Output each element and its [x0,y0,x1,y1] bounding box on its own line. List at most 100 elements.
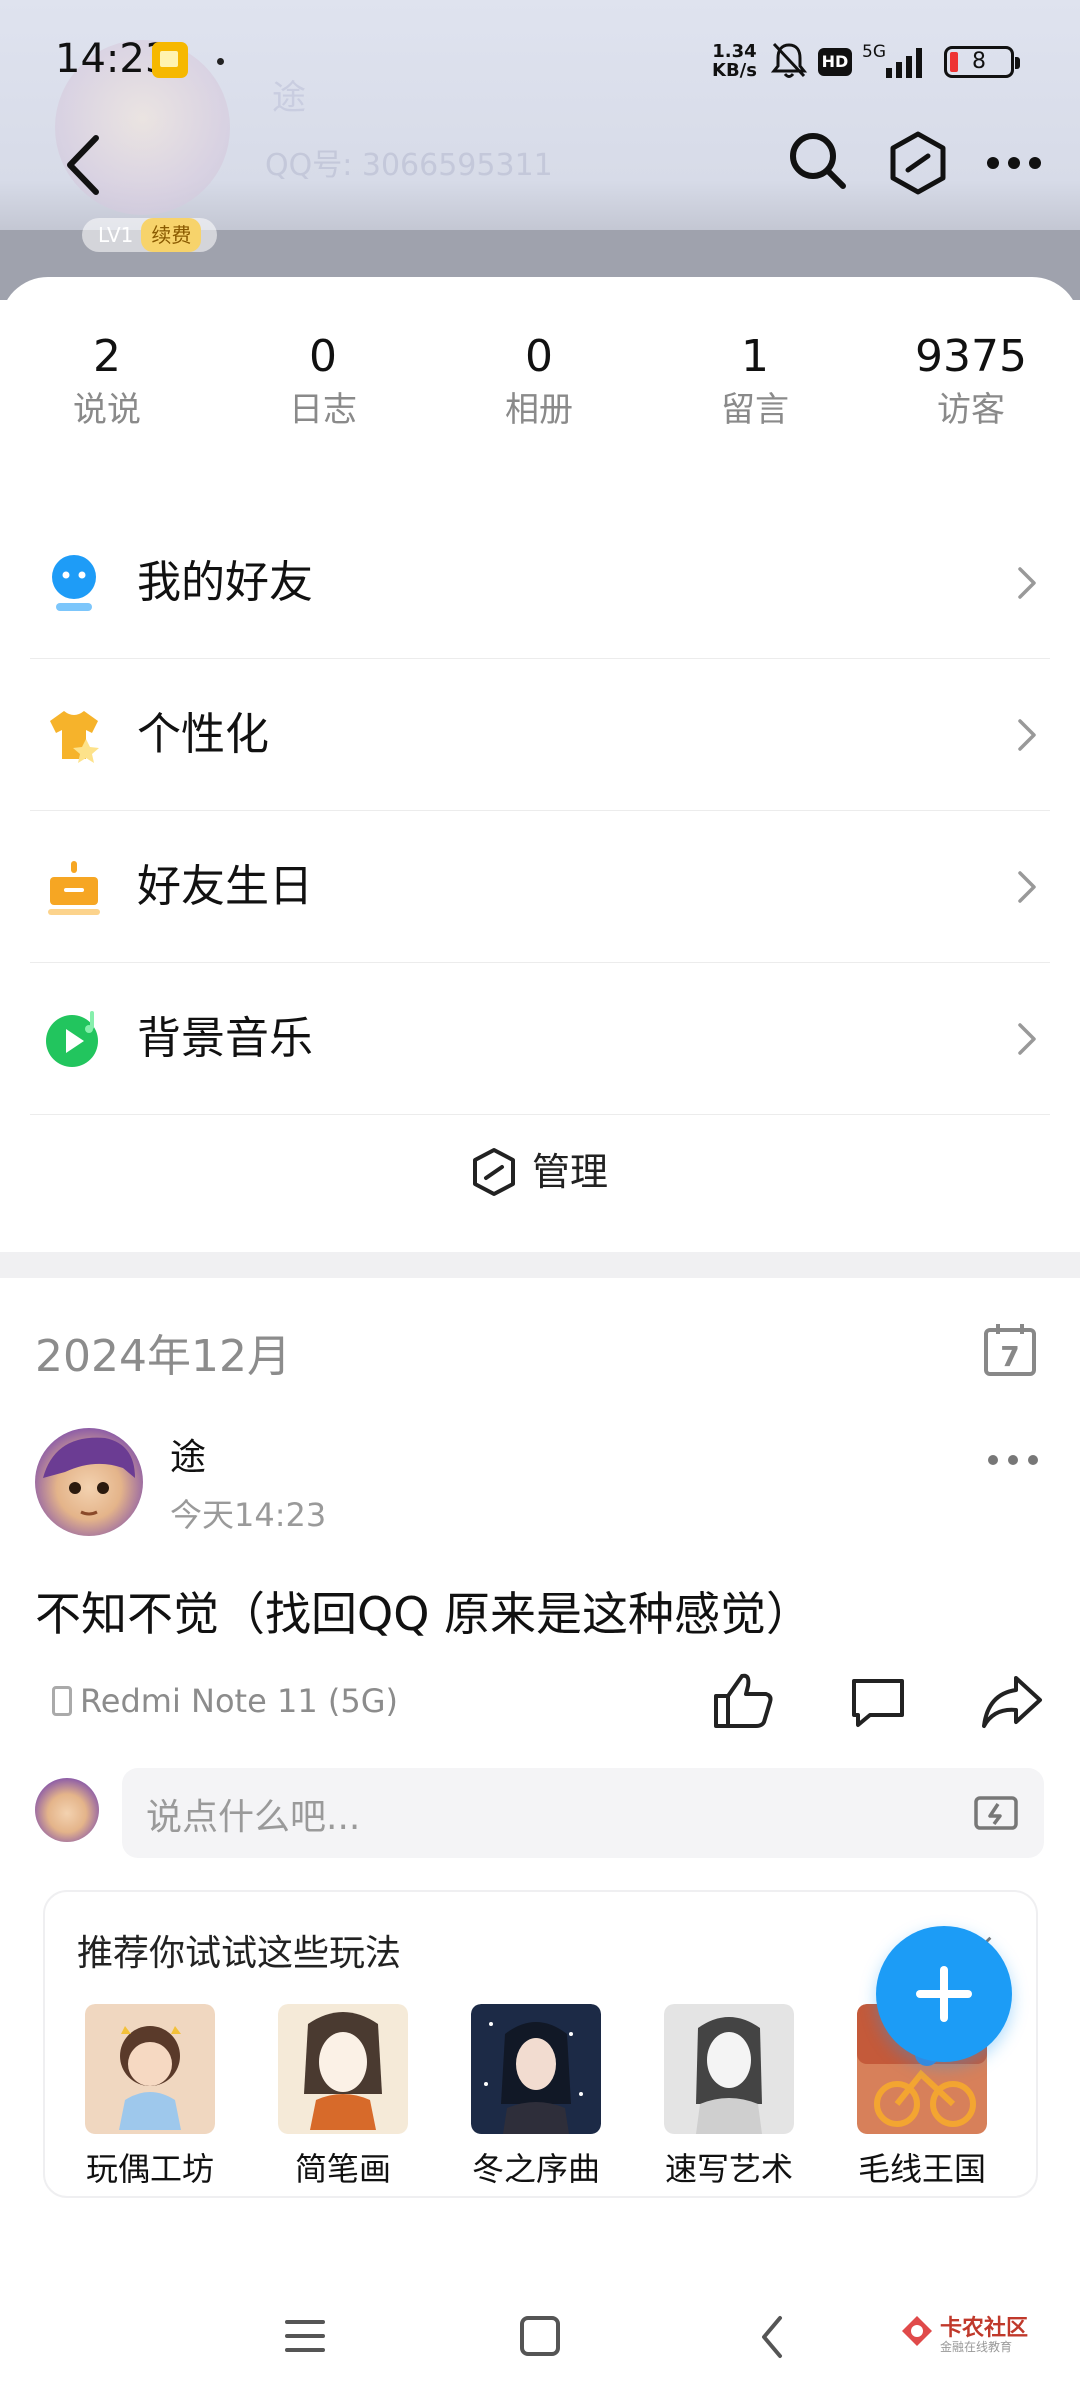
phone-icon [52,1686,72,1716]
network-speed-value: 1.34 [712,41,757,62]
level-text: LV1 [98,223,134,247]
manage-button[interactable]: 管理 [0,1115,1080,1235]
stat-label: 访客 [937,390,1005,430]
tshirt-star-icon [50,711,99,763]
chevron-right-icon [1018,719,1036,751]
stat-messages[interactable]: 1 留言 [665,329,845,435]
bell-muted-icon [770,42,808,78]
feed-month: 2024年12月 [35,1331,291,1382]
stat-value: 1 [741,331,769,382]
post-content: 不知不觉（找回QQ 原来是这种感觉） [35,1587,813,1641]
recommend-item-label: 冬之序曲 [471,2150,600,2188]
system-nav-bar: 卡农社区 金融在线教育 [0,2290,1080,2400]
recommend-item-label: 玩偶工坊 [85,2150,214,2188]
post-author-name[interactable]: 途 [170,1428,206,1480]
status-bar: 14:23 1.34 KB/s HD 5G 8 [0,30,1080,100]
stat-album[interactable]: 0 相册 [449,329,629,435]
stat-label: 日志 [289,390,357,430]
recommend-item[interactable]: 速写艺术 [664,2004,794,2190]
stat-label: 说说 [73,390,141,430]
stat-label: 留言 [721,390,789,430]
level-badge[interactable]: LV1 续费 [82,218,218,252]
menu-item-music[interactable]: 背景音乐 [30,963,1050,1115]
notification-dot-icon [217,58,224,65]
battery-percent: 8 [972,49,986,74]
chevron-right-icon [1018,567,1036,599]
post-device: Redmi Note 11 (5G) [52,1682,398,1720]
network-speed: 1.34 KB/s [712,42,757,80]
menu-item-personalize[interactable]: 个性化 [30,659,1050,811]
system-back-icon[interactable] [758,2314,786,2360]
recommend-card: 推荐你试试这些玩法 × 玩偶工坊 简笔画 [43,1890,1038,2198]
renew-button[interactable]: 续费 [141,218,202,252]
search-icon[interactable] [785,128,851,194]
profile-card: 2 说说 0 日志 0 相册 1 留言 9375 访客 我的好友 个性化 好友生… [0,277,1080,1252]
like-thumb-icon[interactable] [712,1670,774,1730]
recommend-item-label: 毛线王国 [857,2150,986,2188]
svg-text:7: 7 [1000,1340,1019,1373]
stat-value: 0 [309,331,337,382]
hd-icon: HD [818,48,852,76]
profile-header: 途 QQ号: 3066595311 LV1 续费 14:23 1.34 KB/s … [0,0,1080,300]
menu-item-label: 我的好友 [137,557,313,608]
comment-placeholder: 说点什么吧... [146,1797,361,1838]
screen: 途 QQ号: 3066595311 LV1 续费 14:23 1.34 KB/s … [0,0,1080,2400]
comment-input[interactable]: 说点什么吧... [122,1768,1044,1858]
recommend-title: 推荐你试试这些玩法 [77,1933,402,1974]
manage-label: 管理 [532,1150,609,1194]
profile-qq-number: QQ号: 3066595311 [265,148,553,183]
post-author-avatar[interactable] [35,1428,143,1536]
comment-icon[interactable] [848,1675,908,1729]
post-time: 今天14:23 [170,1496,327,1534]
manage-hexagon-icon[interactable] [888,130,948,196]
music-play-icon [46,1011,98,1067]
simple-drawing-thumbnail [278,2004,408,2134]
menu-item-birthday[interactable]: 好友生日 [30,811,1050,963]
emoji-keyboard-icon[interactable] [972,1792,1020,1836]
menu-item-label: 好友生日 [137,861,313,912]
stats-row: 2 说说 0 日志 0 相册 1 留言 9375 访客 [0,329,1080,439]
friends-icon [52,555,96,611]
stat-value: 2 [93,331,121,382]
sketch-art-thumbnail [664,2004,794,2134]
add-post-fab[interactable] [876,1926,1012,2062]
back-arrow-icon[interactable] [60,130,110,200]
winter-overture-thumbnail [471,2004,601,2134]
stat-shuoshuo[interactable]: 2 说说 [17,329,197,435]
recommend-item[interactable]: 冬之序曲 [471,2004,601,2190]
stat-visitors[interactable]: 9375 访客 [881,329,1061,435]
post-more-icon[interactable] [985,1450,1041,1470]
my-avatar[interactable] [35,1778,99,1842]
menu-item-friends[interactable]: 我的好友 [30,507,1050,659]
stat-blog[interactable]: 0 日志 [233,329,413,435]
watermark-subtitle: 金融在线教育 [940,2340,1013,2354]
birthday-cake-icon [48,861,100,915]
menu-item-label: 背景音乐 [137,1013,313,1064]
doll-workshop-thumbnail [85,2004,215,2134]
section-divider [0,1252,1080,1278]
gallery-notification-icon [152,42,188,78]
chevron-right-icon [1018,871,1036,903]
calendar-icon[interactable]: 7 [982,1320,1038,1378]
home-square-icon[interactable] [520,2316,560,2356]
manage-hexagon-icon [473,1148,515,1196]
more-options-icon[interactable] [985,150,1043,176]
recommend-item-label: 简笔画 [294,2150,391,2188]
signal-icon [886,48,922,78]
recommend-item[interactable]: 简笔画 [278,2004,408,2190]
share-arrow-icon[interactable] [980,1672,1044,1730]
recent-apps-icon[interactable] [285,2316,325,2356]
stat-value: 0 [525,331,553,382]
watermark-logo-icon [902,2316,932,2346]
recommend-item[interactable]: 玩偶工坊 [85,2004,215,2190]
device-name: Redmi Note 11 (5G) [80,1682,398,1720]
stat-value: 9375 [915,331,1027,382]
menu-item-label: 个性化 [137,709,269,760]
network-speed-unit: KB/s [712,60,757,81]
recommend-item-label: 速写艺术 [664,2150,793,2188]
chevron-right-icon [1018,1023,1036,1055]
menu-list: 我的好友 个性化 好友生日 背景音乐 [30,507,1050,1115]
battery-icon: 8 [944,46,1020,78]
kanong-watermark: 卡农社区 金融在线教育 [900,2310,1060,2360]
cartoon-face-icon [43,1437,135,1516]
